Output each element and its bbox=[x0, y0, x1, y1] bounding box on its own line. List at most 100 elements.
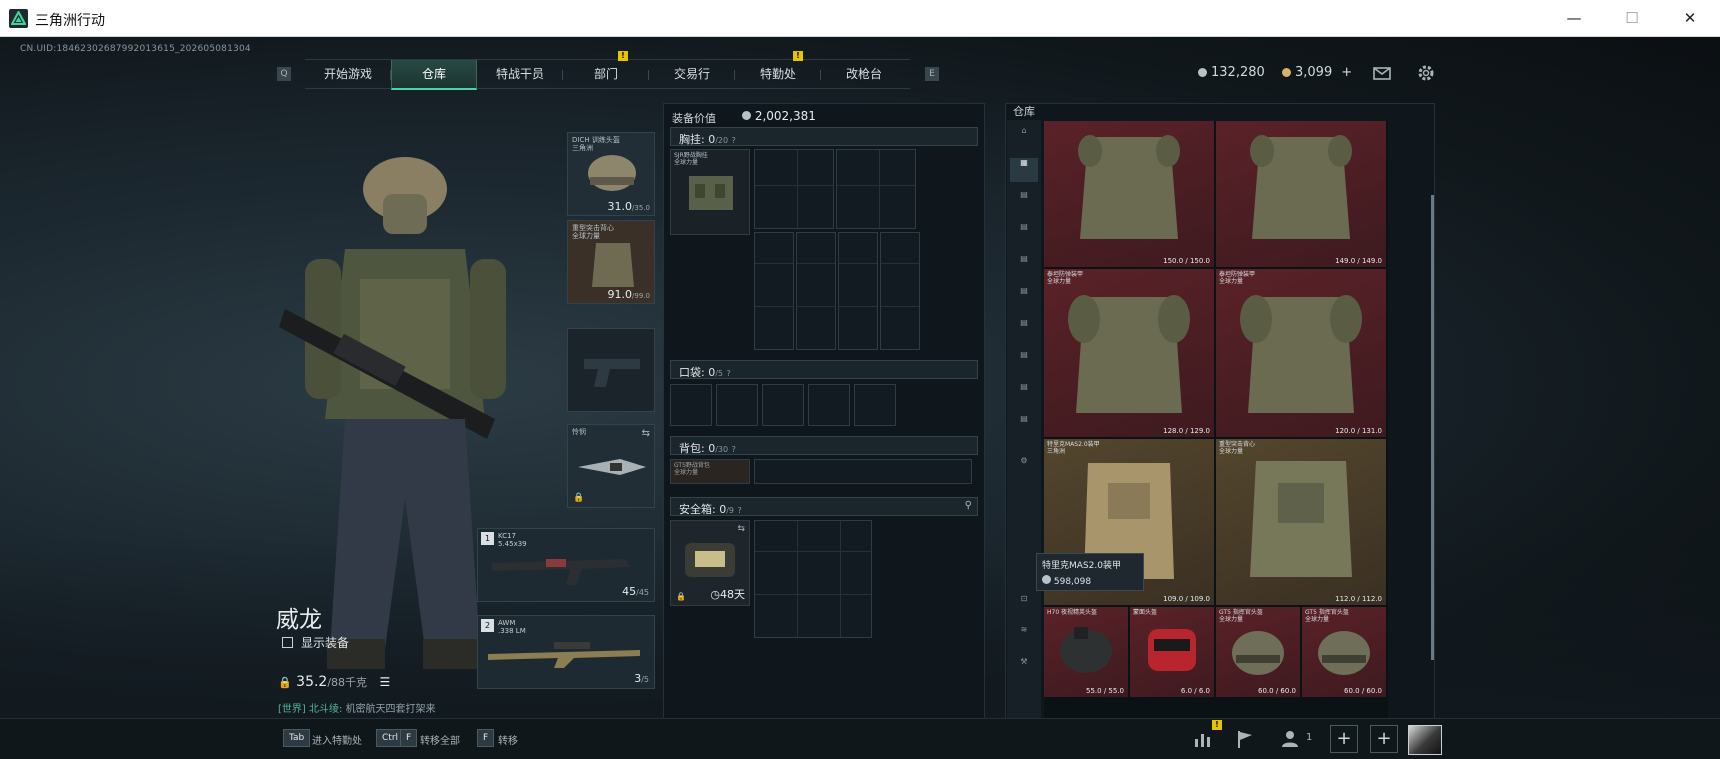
nav-prev-key[interactable]: Q bbox=[277, 67, 291, 81]
chest-rig-grid-e[interactable] bbox=[838, 232, 878, 350]
invite-slot-button[interactable]: + bbox=[1330, 725, 1358, 753]
chest-rig-grid-f[interactable] bbox=[880, 232, 920, 350]
warehouse-item[interactable]: GT5 指挥官头盔 全球力量 60.0 / 60.0 bbox=[1216, 607, 1300, 697]
helmet-name-text: DICH 训练头盔 bbox=[572, 136, 620, 144]
backpack-item[interactable]: GTS野战背包 全球力量 bbox=[670, 459, 750, 484]
warehouse-grid: 150.0 / 150.0 149.0 / 149.0 泰坦防弹装甲 全球力量 … bbox=[1044, 121, 1388, 723]
category-tab-icon[interactable]: ▤ bbox=[1010, 286, 1038, 310]
f-key[interactable]: F bbox=[400, 729, 418, 747]
flag-icon[interactable] bbox=[1232, 727, 1258, 751]
help-icon[interactable]: ? bbox=[732, 445, 736, 454]
list-icon[interactable]: ☰ bbox=[379, 675, 390, 689]
tab-special-ops[interactable]: 特勤处! bbox=[735, 51, 821, 90]
minimize-button[interactable]: — bbox=[1545, 0, 1603, 37]
safe-box-grid[interactable] bbox=[754, 520, 872, 638]
player-avatar[interactable] bbox=[1408, 725, 1442, 755]
category-tab-icon[interactable]: ▤ bbox=[1010, 254, 1038, 278]
armor-name-text: 重型突击背心 bbox=[572, 224, 614, 232]
warehouse-item[interactable]: 150.0 / 150.0 bbox=[1044, 121, 1214, 267]
maximize-button[interactable]: ☐ bbox=[1603, 0, 1661, 37]
warehouse-item[interactable]: GT5 指挥官头盔 全球力量 60.0 / 60.0 bbox=[1302, 607, 1386, 697]
category-tab-icon[interactable]: ▤ bbox=[1010, 222, 1038, 246]
category-tab-icon[interactable]: ▤ bbox=[1010, 190, 1038, 214]
category-tab-icon[interactable]: ▤ bbox=[1010, 414, 1038, 438]
armor-slot[interactable]: 重型突击背心 全球力量 91.0/99.0 bbox=[567, 220, 655, 304]
chest-rig-grid-b[interactable] bbox=[836, 149, 916, 229]
close-button[interactable]: ✕ bbox=[1661, 0, 1719, 37]
safe-box-label: 安全箱 bbox=[679, 503, 712, 516]
pocket-slot[interactable] bbox=[670, 384, 712, 426]
melee-slot[interactable]: 怜悯 ⇆ 🔒 bbox=[567, 424, 655, 508]
layers-icon[interactable]: ≋ bbox=[1010, 625, 1038, 649]
pin-icon[interactable]: ⚲ bbox=[965, 500, 972, 511]
secondary-weapon-slot[interactable]: 2 AWM .338 LM 3/5 bbox=[477, 615, 655, 689]
tab-trading[interactable]: 交易行 bbox=[649, 60, 735, 90]
category-tab-icon[interactable]: ▤ bbox=[1010, 382, 1038, 406]
sort-icon[interactable]: ⊡ bbox=[1010, 594, 1038, 618]
category-all-icon[interactable]: ⌂ bbox=[1010, 126, 1038, 150]
pocket-slot[interactable] bbox=[808, 384, 850, 426]
tab-key[interactable]: Tab bbox=[283, 729, 311, 747]
help-icon[interactable]: ? bbox=[727, 369, 731, 378]
gear-icon[interactable] bbox=[1414, 61, 1438, 85]
category-tab-icon[interactable]: ▤ bbox=[1010, 318, 1038, 342]
tab-start-game[interactable]: 开始游戏 bbox=[305, 60, 391, 90]
nav-next-key[interactable]: E bbox=[925, 67, 939, 81]
warehouse-item[interactable]: 蒙面头盔 6.0 / 6.0 bbox=[1130, 607, 1214, 697]
backpack-label: 背包 bbox=[679, 442, 701, 455]
gold-plus-button[interactable]: + bbox=[1341, 65, 1352, 80]
helmet-dur-value: 31.0 bbox=[607, 200, 633, 213]
stats-icon[interactable] bbox=[1190, 727, 1216, 751]
help-icon[interactable]: ? bbox=[732, 136, 736, 145]
warehouse-scrollbar[interactable] bbox=[1431, 195, 1434, 660]
chest-rig-grid-a[interactable] bbox=[754, 149, 834, 229]
backpack-grid[interactable] bbox=[754, 459, 972, 484]
chest-rig-grid-d[interactable] bbox=[796, 232, 836, 350]
tool-icon[interactable]: ⚒ bbox=[1010, 657, 1038, 681]
chest-rig-header: 胸挂: 0/20 ? bbox=[670, 127, 978, 146]
show-equipment-checkbox[interactable] bbox=[282, 637, 293, 648]
enter-special-ops-label: 进入特勤处 bbox=[312, 736, 362, 747]
bottom-bar: Tab 进入特勤处 Ctrl F 转移全部 F 转移 ! 1 + + bbox=[0, 718, 1720, 759]
backpack-item-label: GTS野战背包 bbox=[674, 462, 710, 469]
category-tab-icon[interactable]: ▤ bbox=[1010, 350, 1038, 374]
primary-weapon-slot[interactable]: 1 KC17 5.45x39 45/45 bbox=[477, 528, 655, 602]
silver-coin-icon bbox=[1198, 68, 1207, 77]
mail-icon[interactable] bbox=[1370, 61, 1394, 85]
warehouse-item[interactable]: 重型突击背心 全球力量 112.0 / 112.0 bbox=[1216, 439, 1386, 605]
weapon-slot-number: 2 bbox=[481, 619, 494, 632]
pocket-slot[interactable] bbox=[854, 384, 896, 426]
tab-gunsmith[interactable]: 改枪台 bbox=[821, 60, 907, 90]
pocket-slot[interactable] bbox=[716, 384, 758, 426]
chest-rig-item[interactable]: SJR野战胸挂 全球力量 bbox=[670, 149, 750, 235]
item-name: 泰坦防弹装甲 全球力量 bbox=[1219, 271, 1256, 285]
warehouse-item[interactable]: 泰坦防弹装甲 全球力量 120.0 / 131.0 bbox=[1216, 269, 1386, 437]
safe-box-image bbox=[685, 543, 735, 577]
warehouse-item[interactable]: 泰坦防弹装甲 全球力量 128.0 / 129.0 bbox=[1044, 269, 1214, 437]
pistol-slot[interactable] bbox=[567, 328, 655, 412]
pocket-slot[interactable] bbox=[762, 384, 804, 426]
tab-operators[interactable]: 特战干员 bbox=[477, 60, 563, 90]
tab-warehouse[interactable]: 仓库 bbox=[391, 60, 477, 90]
category-armor-icon[interactable]: ▦ bbox=[1010, 158, 1038, 182]
warehouse-item[interactable]: H70 夜视精英头盔 55.0 / 55.0 bbox=[1044, 607, 1128, 697]
invite-slot-button[interactable]: + bbox=[1370, 725, 1398, 753]
helmet-slot[interactable]: DICH 训练头盔 三角洲 31.0/35.0 bbox=[567, 132, 655, 216]
chat-user: 北斗绫: bbox=[309, 704, 343, 715]
transfer-key[interactable]: F bbox=[477, 729, 495, 747]
swap-icon[interactable]: ⇆ bbox=[642, 428, 650, 439]
lock-icon: 🔒 bbox=[573, 493, 585, 503]
gear-icon[interactable]: ⚙ bbox=[1010, 456, 1038, 480]
safe-box-item[interactable]: ⇆ 🔒 ◷48天 bbox=[670, 520, 750, 606]
chest-rig-max: /20 bbox=[715, 136, 729, 145]
help-icon[interactable]: ? bbox=[738, 506, 742, 515]
tab-department[interactable]: 部门! bbox=[563, 51, 649, 90]
item-tooltip: 特里克MAS2.0装甲 598,098 bbox=[1036, 553, 1144, 591]
tab-label: 改枪台 bbox=[845, 67, 882, 81]
swap-icon[interactable]: ⇆ bbox=[737, 524, 745, 534]
silver-currency: 132,280 bbox=[1198, 65, 1265, 80]
friends-icon[interactable] bbox=[1280, 727, 1306, 751]
clock-icon: ◷ bbox=[710, 588, 720, 601]
chest-rig-grid-c[interactable] bbox=[754, 232, 794, 350]
warehouse-item[interactable]: 149.0 / 149.0 bbox=[1216, 121, 1386, 267]
